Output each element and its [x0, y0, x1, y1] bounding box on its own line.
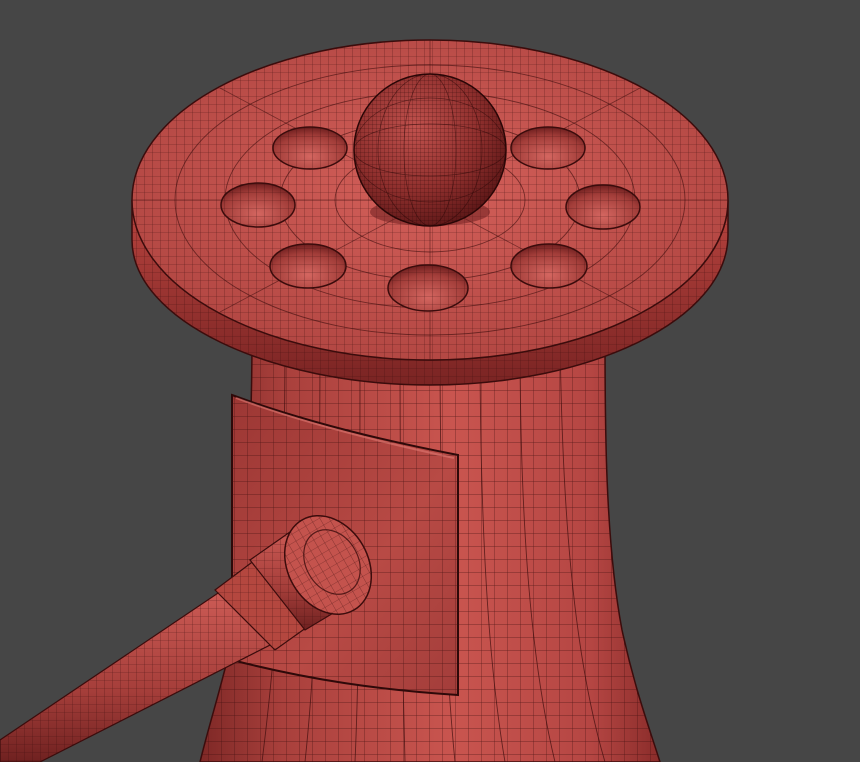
- hole-3: [220, 182, 296, 228]
- hole-7: [387, 264, 469, 312]
- sphere-knob: [353, 73, 507, 227]
- hole-4: [565, 184, 641, 230]
- hole-2: [510, 126, 586, 170]
- hole-1: [272, 126, 348, 170]
- viewport-3d[interactable]: [0, 0, 860, 762]
- hole-5: [269, 243, 347, 289]
- scene-svg: [0, 39, 729, 762]
- hole-6: [510, 243, 588, 289]
